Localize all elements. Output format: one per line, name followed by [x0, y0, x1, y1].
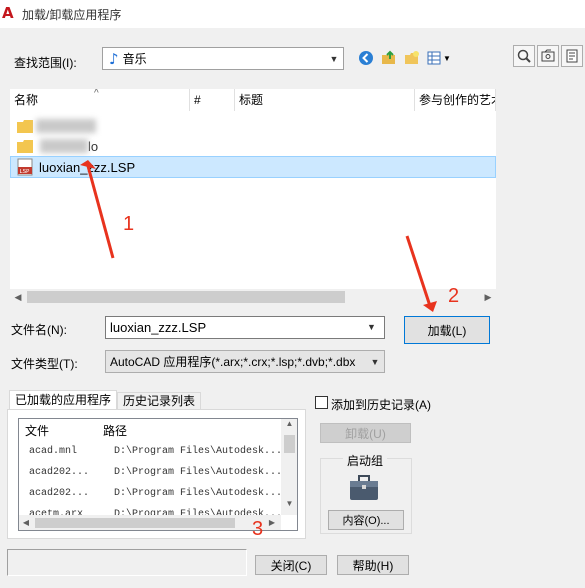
app-file[interactable]: acad202...	[29, 467, 89, 478]
tab-loaded-apps[interactable]: 已加载的应用程序	[9, 390, 118, 410]
annotation-label-1: 1	[123, 213, 135, 235]
filename-input[interactable]	[105, 316, 385, 339]
scroll-right-icon[interactable]: ▶	[480, 289, 496, 306]
filename-label: 文件名(N):	[11, 323, 67, 337]
new-folder-icon[interactable]	[401, 47, 423, 69]
app-path[interactable]: D:\Program Files\Autodesk...	[114, 488, 282, 499]
file-name: lo	[88, 138, 99, 154]
horizontal-scrollbar[interactable]: ◀ ▶	[10, 289, 496, 306]
loaded-apps-list[interactable]: 文件 路径 acad.mnl D:\Program Files\Autodesk…	[18, 418, 298, 531]
annotation-label-3: 3	[252, 518, 264, 540]
column-header-file[interactable]: 文件	[25, 422, 49, 439]
close-button[interactable]: 关闭(C)	[255, 555, 327, 575]
list-item[interactable]	[10, 115, 496, 137]
annotation-label-2: 2	[448, 285, 460, 307]
scroll-left-icon[interactable]: ◀	[10, 289, 26, 306]
briefcase-icon	[349, 475, 379, 504]
column-header-title[interactable]: 标题	[235, 89, 415, 111]
contents-button[interactable]: 内容(O)...	[328, 510, 404, 530]
app-file[interactable]: acad202...	[29, 488, 89, 499]
history-checkbox[interactable]	[315, 396, 328, 409]
app-path[interactable]: D:\Program Files\Autodesk...	[114, 446, 282, 457]
window-title: 加载/卸载应用程序	[22, 8, 122, 22]
filetype-label: 文件类型(T):	[11, 357, 78, 371]
title-bar: A 加载/卸载应用程序	[0, 0, 585, 28]
chevron-down-icon[interactable]: ▼	[366, 357, 384, 367]
scroll-left-icon[interactable]: ◀	[19, 515, 33, 530]
column-header-name[interactable]: 名称 ^	[10, 89, 190, 111]
folder-icon	[17, 139, 33, 153]
file-list[interactable]: 名称 ^ # 标题 参与创作的艺术家 lo LSP luoxian_zzz.LS…	[10, 89, 496, 289]
redacted-text	[36, 119, 96, 133]
lsp-file-icon: LSP	[17, 158, 33, 176]
sort-arrow-icon: ^	[94, 89, 99, 99]
scrollbar-thumb[interactable]	[27, 291, 345, 303]
search-web-icon[interactable]	[513, 45, 535, 67]
lookin-value: 音乐	[122, 52, 147, 66]
redacted-text	[40, 139, 88, 153]
scroll-up-icon[interactable]: ▲	[281, 419, 297, 433]
autocad-logo-icon: A	[2, 4, 14, 22]
unload-button[interactable]: 卸载(U)	[320, 423, 411, 443]
chevron-down-icon[interactable]: ▼	[367, 322, 376, 332]
scroll-down-icon[interactable]: ▼	[281, 499, 297, 513]
vertical-scrollbar[interactable]: ▲ ▼	[281, 419, 297, 515]
column-header-path[interactable]: 路径	[103, 422, 127, 439]
file-name: luoxian_zzz.LSP	[39, 159, 136, 175]
up-folder-icon[interactable]	[378, 47, 400, 69]
lookin-label: 查找范围(I):	[14, 56, 77, 70]
options-icon[interactable]	[561, 45, 583, 67]
folder-icon	[17, 119, 33, 133]
svg-text:LSP: LSP	[20, 169, 31, 175]
startup-group-label: 启动组	[343, 452, 388, 469]
load-button[interactable]: 加载(L)	[404, 316, 490, 344]
status-box	[7, 549, 247, 576]
column-header-number[interactable]: #	[190, 89, 235, 111]
view-menu-icon[interactable]: ▼	[424, 47, 454, 69]
column-header-artist[interactable]: 参与创作的艺术家	[415, 89, 496, 111]
music-note-icon: ♪	[109, 49, 119, 68]
filetype-combo[interactable]: AutoCAD 应用程序(*.arx;*.crx;*.lsp;*.dvb;*.d…	[105, 350, 385, 373]
scrollbar-thumb[interactable]	[284, 435, 295, 453]
chevron-down-icon[interactable]: ▼	[325, 54, 343, 64]
scrollbar-thumb[interactable]	[35, 518, 235, 528]
help-button[interactable]: 帮助(H)	[337, 555, 409, 575]
back-icon[interactable]	[355, 47, 377, 69]
filetype-value: AutoCAD 应用程序(*.arx;*.crx;*.lsp;*.dvb;*.d…	[110, 355, 356, 369]
app-path[interactable]: D:\Program Files\Autodesk...	[114, 467, 282, 478]
scroll-right-icon[interactable]: ▶	[265, 515, 279, 530]
find-icon[interactable]	[537, 45, 559, 67]
lookin-combo[interactable]: ♪ 音乐 ▼	[102, 47, 344, 70]
app-file[interactable]: acad.mnl	[29, 446, 77, 457]
list-item[interactable]: lo	[10, 135, 496, 157]
list-item-selected[interactable]: LSP luoxian_zzz.LSP	[10, 156, 496, 178]
tab-history-list[interactable]: 历史记录列表	[117, 392, 202, 410]
horizontal-scrollbar[interactable]: ◀ ▶	[19, 515, 281, 530]
history-checkbox-label[interactable]: 添加到历史记录(A)	[331, 396, 431, 413]
